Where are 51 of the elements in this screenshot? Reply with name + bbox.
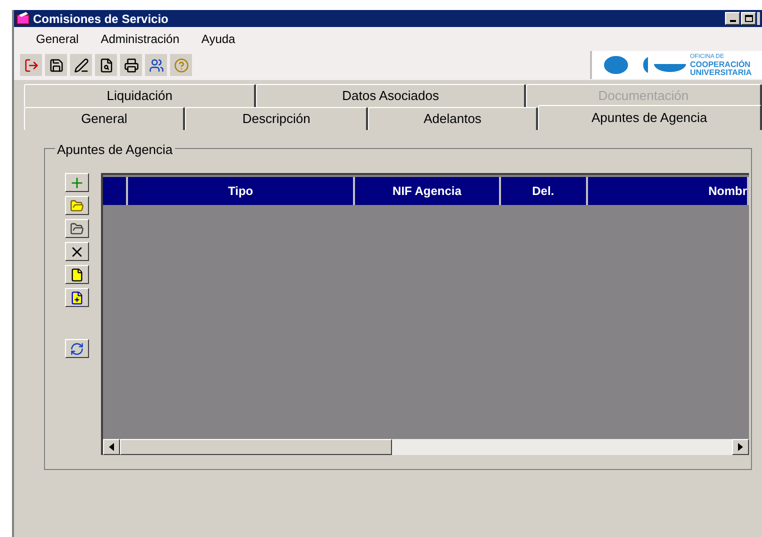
help-icon [174, 58, 188, 72]
open-folder-button[interactable] [65, 219, 89, 238]
column-header[interactable]: Nombr [588, 177, 749, 205]
column-header[interactable]: Tipo [128, 177, 356, 205]
file-plus-button[interactable] [65, 288, 89, 307]
add-button[interactable] [65, 173, 89, 192]
tab[interactable]: Adelantos [368, 107, 538, 130]
logo-mark-icon [604, 56, 686, 74]
open-folder-button[interactable] [65, 196, 89, 215]
exit-button[interactable] [20, 54, 42, 76]
right-arrow-icon [738, 443, 743, 451]
new-file-button[interactable] [65, 265, 89, 284]
file-plus-icon [70, 290, 84, 304]
menu-item[interactable]: General [36, 30, 79, 48]
tab[interactable]: Liquidación [24, 84, 256, 107]
window-title: Comisiones de Servicio [33, 10, 168, 28]
exit-icon [24, 58, 38, 72]
tab[interactable]: General [24, 107, 186, 130]
refresh-button[interactable] [65, 339, 89, 358]
folder-icon [70, 222, 84, 236]
users-icon [148, 58, 164, 72]
menu-item[interactable]: Ayuda [201, 30, 236, 48]
tab[interactable]: Descripción [185, 107, 368, 130]
maximize-button[interactable] [741, 12, 756, 25]
minimize-button[interactable] [725, 12, 740, 25]
logo-text: UNIVERSITARIA [690, 69, 752, 77]
print-preview-button[interactable] [95, 54, 117, 76]
envelope-icon [16, 12, 30, 25]
scroll-left-button[interactable] [103, 439, 120, 455]
file-search-icon [98, 58, 114, 72]
save-button[interactable] [45, 54, 67, 76]
plus-icon [69, 174, 85, 190]
print-button[interactable] [120, 54, 142, 76]
pen-icon [74, 58, 88, 72]
tab[interactable]: Datos Asociados [256, 84, 526, 107]
refresh-icon [70, 342, 84, 356]
folder-icon [70, 198, 84, 212]
delete-button[interactable] [65, 242, 89, 261]
edit-button[interactable] [70, 54, 92, 76]
menu-item[interactable]: Administración [100, 30, 180, 48]
scroll-thumb[interactable] [120, 439, 392, 455]
tab[interactable]: Apuntes de Agencia [538, 105, 762, 130]
users-button[interactable] [145, 54, 167, 76]
column-header[interactable]: NIF Agencia [355, 177, 501, 205]
left-arrow-icon [109, 443, 114, 451]
logo-text: COOPERACIÓN [690, 61, 752, 69]
file-icon [70, 268, 84, 282]
save-icon [48, 58, 64, 72]
column-header[interactable]: Del. [500, 177, 588, 205]
scroll-right-button[interactable] [732, 439, 749, 455]
printer-icon [124, 58, 138, 72]
